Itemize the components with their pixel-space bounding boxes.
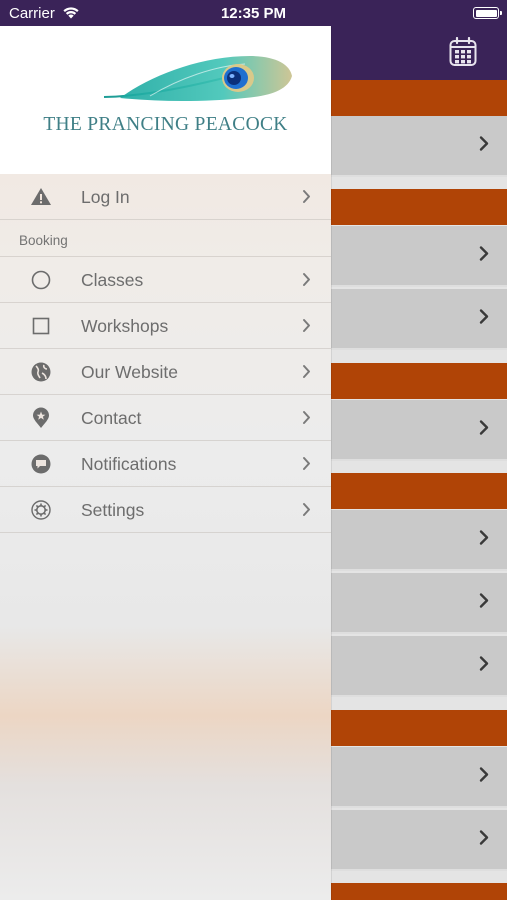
section-header-booking: Booking: [0, 220, 331, 257]
chevron-right-icon: [479, 829, 489, 850]
menu-item-label: Notifications: [81, 454, 177, 474]
menu-item-label: Settings: [81, 500, 145, 520]
calendar-icon[interactable]: [449, 36, 477, 67]
chevron-right-icon: [479, 135, 489, 156]
section-label: Booking: [19, 233, 68, 248]
menu-item-settings[interactable]: Settings: [0, 487, 331, 533]
menu-item-label: Contact: [81, 408, 142, 428]
warning-triangle-icon: [30, 186, 52, 208]
location-pin-icon: [30, 407, 52, 429]
chevron-right-icon: [479, 529, 489, 550]
menu-item-label: Log In: [81, 187, 130, 207]
chevron-right-icon: [479, 592, 489, 613]
menu-item-notifications[interactable]: Notifications: [0, 441, 331, 487]
side-menu: THE PRANCING PEACOCK Log In Booking Clas…: [0, 26, 331, 900]
chevron-right-icon: [479, 419, 489, 440]
chat-bubble-icon: [30, 453, 52, 475]
square-outline-icon: [30, 315, 52, 337]
menu-item-our-website[interactable]: Our Website: [0, 349, 331, 395]
menu-item-label: Classes: [81, 270, 144, 290]
menu-item-label: Workshops: [81, 316, 169, 336]
menu-item-workshops[interactable]: Workshops: [0, 303, 331, 349]
status-bar: Carrier 12:35 PM: [0, 0, 507, 26]
battery-icon: [473, 7, 502, 19]
peacock-feather-logo: [103, 56, 292, 101]
gear-icon: [30, 499, 52, 521]
chevron-right-icon: [302, 456, 311, 476]
menu-item-contact[interactable]: Contact: [0, 395, 331, 441]
chevron-right-icon: [302, 189, 311, 209]
brand-header: THE PRANCING PEACOCK: [0, 26, 331, 174]
menu-item-label: Our Website: [81, 362, 178, 382]
chevron-right-icon: [479, 655, 489, 676]
chevron-right-icon: [479, 766, 489, 787]
menu-item-log-in[interactable]: Log In: [0, 174, 331, 220]
chevron-right-icon: [302, 502, 311, 522]
clock: 12:35 PM: [220, 5, 287, 22]
chevron-right-icon: [302, 364, 311, 384]
chevron-right-icon: [302, 318, 311, 338]
brand-name: THE PRANCING PEACOCK: [43, 114, 288, 135]
chevron-right-icon: [302, 410, 311, 430]
globe-icon: [30, 361, 52, 383]
circle-outline-icon: [30, 269, 52, 291]
chevron-right-icon: [479, 308, 489, 329]
chevron-right-icon: [302, 272, 311, 292]
chevron-right-icon: [479, 245, 489, 266]
menu-item-classes[interactable]: Classes: [0, 257, 331, 303]
